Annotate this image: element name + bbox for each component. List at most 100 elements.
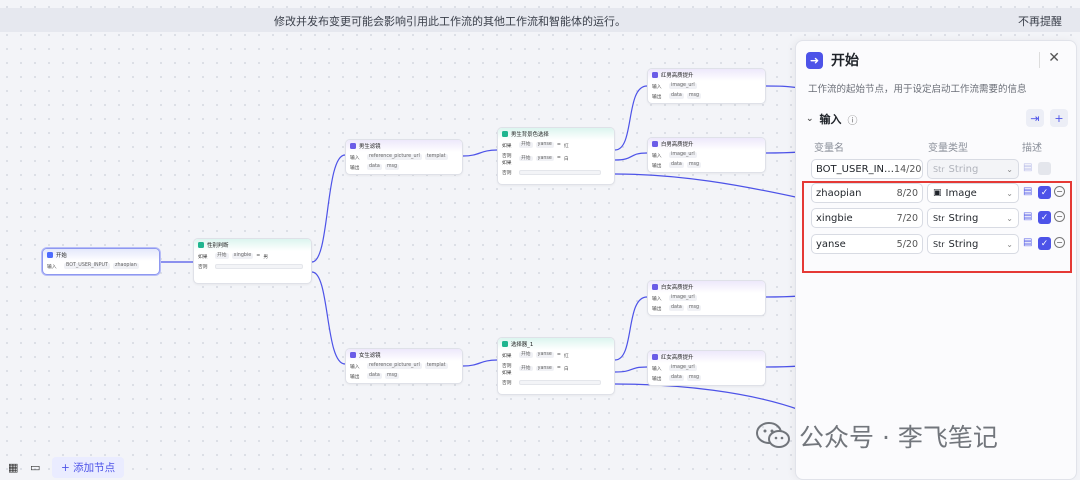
output-pill: msg bbox=[686, 375, 702, 381]
col-header-desc: 描述 bbox=[1022, 143, 1042, 154]
if-label: 如果 bbox=[502, 143, 512, 149]
else-label: 否则 bbox=[502, 380, 512, 386]
char-count: 14/20 bbox=[894, 163, 922, 175]
warning-banner: 修改并发布变更可能会影响引用此工作流的其他工作流和智能体的运行。 不再提醒 bbox=[0, 8, 1080, 32]
if-label: 如果 bbox=[198, 254, 208, 260]
input-label: 输入 bbox=[652, 366, 662, 372]
input-label: 输入 bbox=[47, 264, 57, 270]
variable-row: BOT_USER_IN… 14/20 Str String ⌄ ▤ bbox=[811, 159, 1073, 179]
else-label: 否则 bbox=[198, 264, 208, 270]
output-pill: msg bbox=[384, 373, 400, 379]
node-title: 女生滤镜 bbox=[359, 353, 381, 359]
add-variable-button[interactable]: + bbox=[1050, 109, 1068, 127]
condition-icon bbox=[502, 131, 508, 137]
if-label: 如果 bbox=[502, 353, 512, 359]
node-white-male-enhance[interactable]: 白男高质提升 输入 image_url 输出 data msg bbox=[647, 137, 766, 173]
start-node-icon bbox=[47, 252, 53, 258]
ref-pill: 开始 bbox=[519, 352, 533, 358]
node-red-female-enhance[interactable]: 红女高质提升 输入 image_url 输出 data msg bbox=[647, 350, 766, 386]
ref-pill: 开始 bbox=[215, 253, 229, 259]
var-pill: yanse bbox=[535, 155, 554, 162]
string-type-icon: Str bbox=[933, 164, 945, 174]
close-icon[interactable]: ✕ bbox=[1048, 50, 1060, 66]
var-pill: xingbie bbox=[231, 253, 254, 259]
ref-pill: 开始 bbox=[519, 155, 533, 162]
node-female-color-selector[interactable]: 选择器_1 如果 开始 yanse = 红 否则如果 开始 yanse = 白 … bbox=[497, 337, 615, 395]
info-icon: ⓘ bbox=[847, 115, 858, 127]
variable-name-field[interactable]: BOT_USER_IN… 14/20 bbox=[811, 159, 923, 179]
input-pill: BOT_USER_INPUT bbox=[64, 263, 110, 269]
output-label: 输出 bbox=[350, 374, 360, 380]
output-label: 输出 bbox=[652, 163, 662, 169]
plugin-icon bbox=[350, 352, 356, 358]
plugin-icon bbox=[652, 354, 658, 360]
start-icon: ➜ bbox=[806, 51, 823, 69]
wechat-icon bbox=[756, 422, 790, 448]
variable-name: BOT_USER_IN… bbox=[816, 163, 895, 175]
var-pill: yanse bbox=[535, 352, 554, 358]
compare-value: 红 bbox=[563, 143, 569, 149]
compare-value: 红 bbox=[563, 353, 569, 359]
elif-label: 否则如果 bbox=[502, 153, 512, 166]
plugin-icon bbox=[652, 72, 658, 78]
required-checkbox bbox=[1038, 162, 1051, 175]
chevron-down-icon: ⌄ bbox=[806, 114, 814, 124]
output-pill: data bbox=[367, 373, 382, 379]
description-icon: ▤ bbox=[1023, 162, 1033, 173]
banner-message: 修改并发布变更可能会影响引用此工作流的其他工作流和智能体的运行。 bbox=[274, 15, 626, 28]
operator: = bbox=[556, 352, 561, 358]
output-label: 输出 bbox=[652, 376, 662, 382]
bottom-toolbar: ▦ ▭ + 添加节点 bbox=[0, 455, 125, 480]
col-header-name: 变量名 bbox=[814, 143, 844, 154]
plugin-icon bbox=[652, 141, 658, 147]
type-label: String bbox=[948, 163, 979, 175]
output-label: 输出 bbox=[652, 94, 662, 100]
panel-description: 工作流的起始节点，用于设定启动工作流需要的信息 bbox=[808, 84, 1027, 95]
input-pill: image_url bbox=[669, 365, 697, 371]
input-pill: reference_picture_url bbox=[367, 363, 422, 369]
node-title: 白女高质提升 bbox=[661, 285, 694, 291]
input-pill: zhaopian bbox=[112, 263, 139, 269]
add-node-button[interactable]: + 添加节点 bbox=[52, 457, 125, 478]
node-title: 红女高质提升 bbox=[661, 355, 694, 361]
node-red-male-enhance[interactable]: 红男高质提升 输入 image_url 输出 data msg bbox=[647, 68, 766, 104]
dismiss-button[interactable]: 不再提醒 bbox=[1018, 13, 1062, 29]
node-white-female-enhance[interactable]: 白女高质提升 输入 image_url 输出 data msg bbox=[647, 280, 766, 316]
input-section-header[interactable]: ⌄ 输入 ⓘ bbox=[806, 111, 858, 127]
node-gender-condition[interactable]: 性别判断 如果 开始 xingbie = 男 否则 bbox=[193, 238, 312, 284]
input-pill: reference_picture_url bbox=[367, 154, 422, 160]
else-label: 否则 bbox=[502, 170, 512, 176]
node-title: 男生滤镜 bbox=[359, 144, 381, 150]
node-male-filter[interactable]: 男生滤镜 输入 reference_picture_url templat 输出… bbox=[345, 139, 463, 175]
watermark: 公众号 · 李飞笔记 bbox=[755, 418, 998, 454]
input-pill: image_url bbox=[669, 295, 697, 301]
compare-value: 白 bbox=[563, 157, 569, 162]
elif-label: 否则如果 bbox=[502, 363, 512, 376]
node-title: 开始 bbox=[56, 253, 67, 259]
input-pill: templat bbox=[424, 154, 448, 160]
output-pill: data bbox=[367, 164, 382, 170]
output-pill: data bbox=[669, 93, 684, 99]
node-male-color-selector[interactable]: 男生背景色选择 如果 开始 yanse = 红 否则如果 开始 yanse = … bbox=[497, 127, 615, 185]
input-pill: templat bbox=[424, 363, 448, 369]
ref-pill: 开始 bbox=[519, 365, 533, 372]
node-title: 红男高质提升 bbox=[661, 73, 694, 79]
grid-icon[interactable]: ▦ bbox=[8, 461, 22, 475]
condition-icon bbox=[198, 242, 204, 248]
operator: = bbox=[256, 253, 261, 259]
node-start[interactable]: 开始 输入 BOT_USER_INPUT zhaopian bbox=[42, 248, 160, 275]
compare-value: 男 bbox=[263, 254, 269, 260]
output-pill: msg bbox=[686, 305, 702, 311]
comment-icon[interactable]: ▭ bbox=[30, 461, 44, 475]
compare-value: 白 bbox=[563, 367, 569, 372]
chevron-down-icon: ⌄ bbox=[1006, 164, 1013, 174]
output-pill: msg bbox=[686, 93, 702, 99]
input-label: 输入 bbox=[350, 155, 360, 161]
var-pill: yanse bbox=[535, 365, 554, 372]
import-button[interactable]: ⇥ bbox=[1026, 109, 1044, 127]
node-title: 性别判断 bbox=[207, 243, 229, 249]
input-pill: image_url bbox=[669, 152, 697, 158]
input-pill: image_url bbox=[669, 83, 697, 89]
output-pill: data bbox=[669, 162, 684, 168]
node-female-filter[interactable]: 女生滤镜 输入 reference_picture_url templat 输出… bbox=[345, 348, 463, 384]
